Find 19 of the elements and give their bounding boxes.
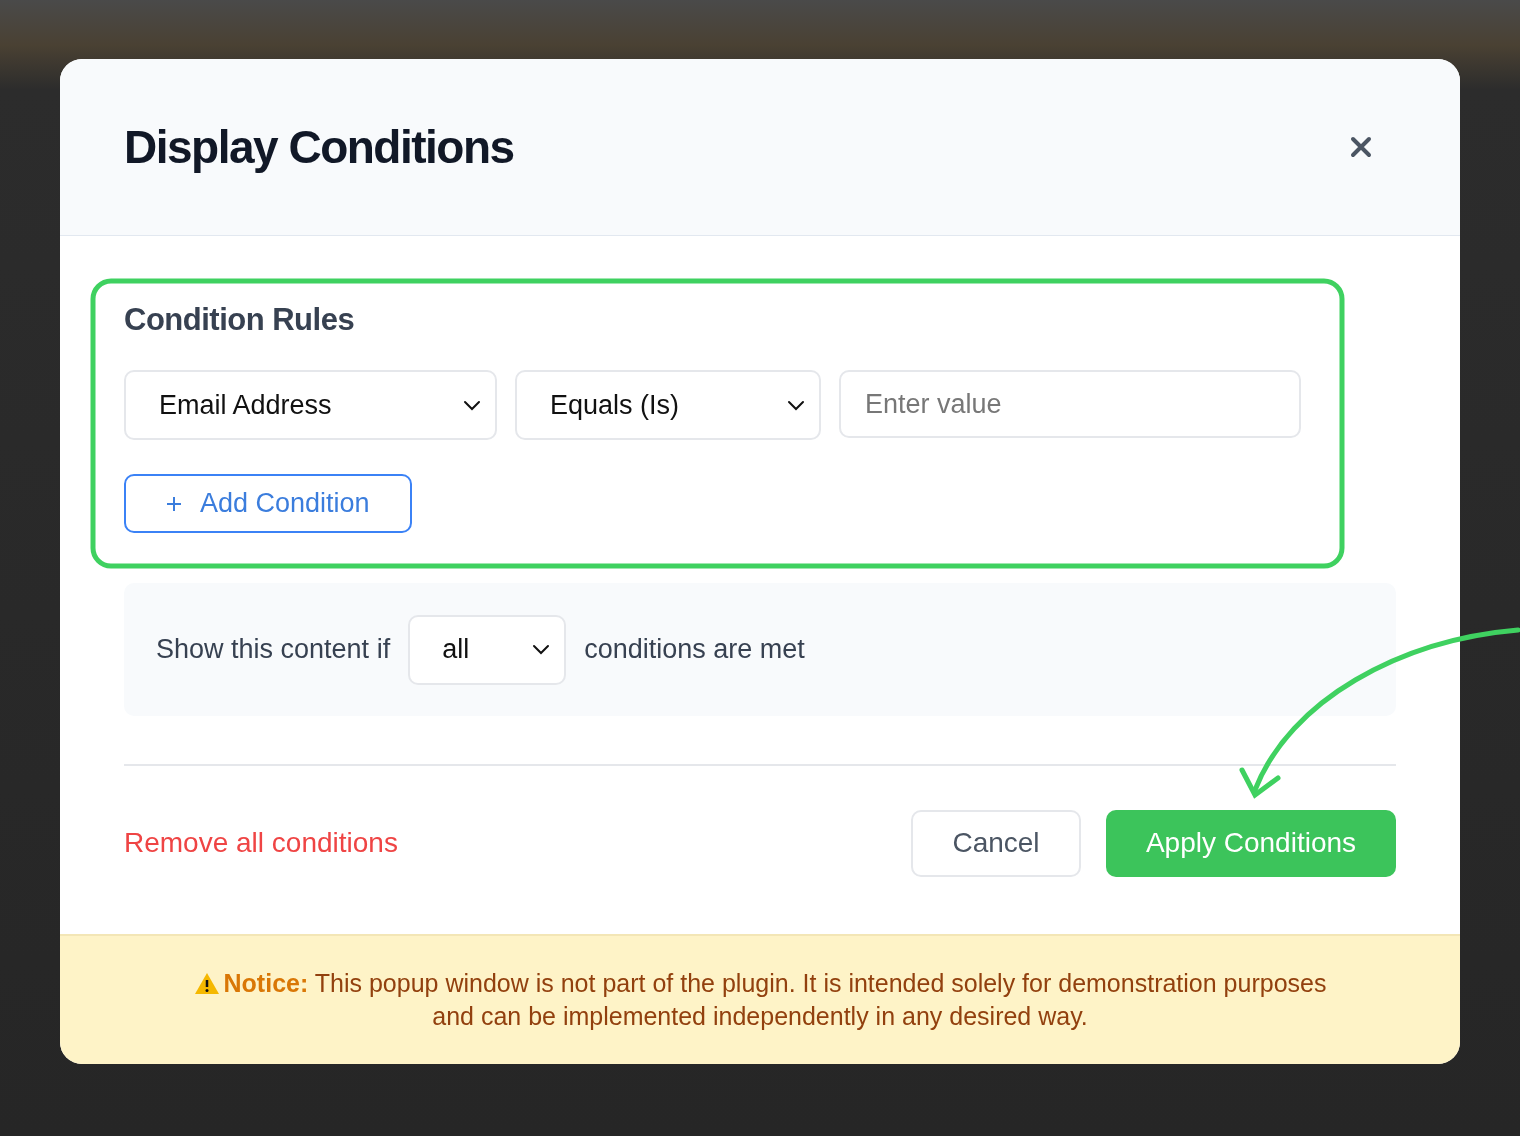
section-heading: Condition Rules bbox=[124, 302, 356, 338]
field-select[interactable]: Email Address bbox=[124, 370, 497, 440]
add-condition-button[interactable]: Add Condition bbox=[124, 474, 412, 533]
value-input[interactable]: Enter value bbox=[839, 370, 1301, 438]
match-suffix: conditions are met bbox=[584, 634, 805, 665]
cancel-button[interactable]: Cancel bbox=[911, 809, 1081, 877]
match-select[interactable]: all bbox=[408, 614, 567, 685]
notice-text: Notice: This popup window is not part of the plugin. It is intended solely for demonstration purposes and can be implemented independently in any desired way. bbox=[175, 967, 1345, 1033]
operator-select[interactable]: Equals (Is) bbox=[515, 370, 821, 440]
match-prefix: Show this content if bbox=[156, 634, 391, 665]
close-button[interactable] bbox=[1350, 136, 1372, 158]
chevron-icon bbox=[532, 644, 551, 655]
plus-icon bbox=[166, 495, 182, 512]
chevron-icon bbox=[463, 399, 481, 411]
remove-all-link[interactable]: Remove all conditions bbox=[124, 827, 398, 859]
dialog-title: Display Conditions bbox=[124, 120, 514, 174]
close-icon bbox=[1350, 136, 1372, 158]
warning-icon bbox=[193, 972, 220, 995]
chevron-icon bbox=[787, 399, 805, 411]
